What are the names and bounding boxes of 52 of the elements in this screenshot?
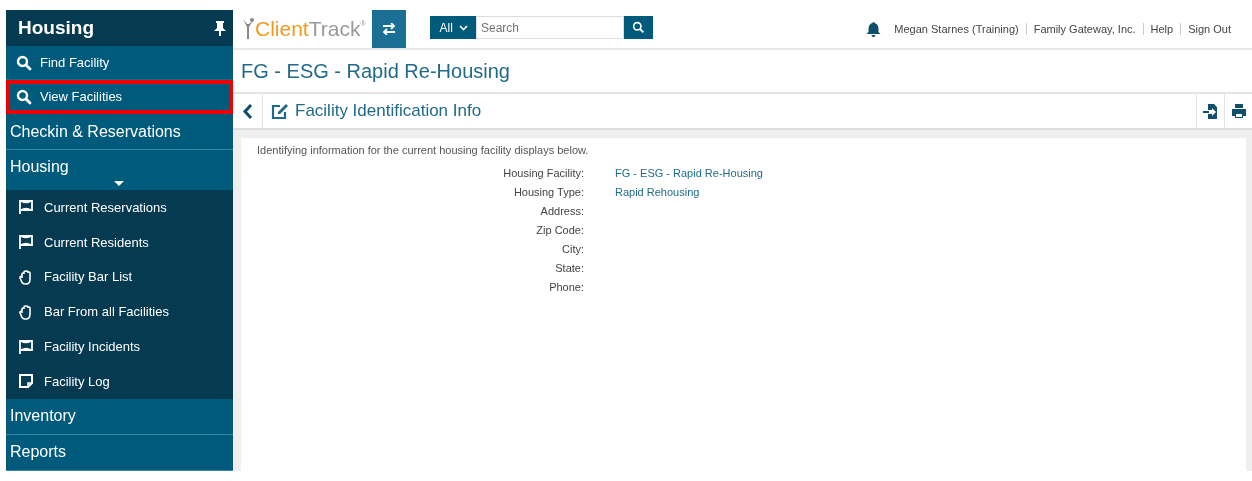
sidebar-section[interactable]: Checkin & Reservations xyxy=(6,114,233,150)
header-link[interactable]: Family Gateway, Inc. xyxy=(1025,23,1143,35)
switch-button[interactable] xyxy=(371,10,406,48)
search-icon xyxy=(16,54,32,71)
sidebar-item[interactable]: Current Reservations xyxy=(6,190,233,225)
chevron-left-icon xyxy=(242,102,253,120)
section-title: Facility Identification Info xyxy=(295,101,482,121)
import-icon[interactable] xyxy=(1203,102,1218,120)
sidebar-section[interactable]: Housing xyxy=(6,150,233,190)
header-link[interactable]: Sign Out xyxy=(1180,23,1238,35)
pin-icon[interactable] xyxy=(213,20,227,36)
field-value: FG - ESG - Rapid Re-Housing xyxy=(615,167,764,179)
logo-text: Track xyxy=(308,17,361,41)
sidebar-item[interactable]: Find Facility xyxy=(6,46,233,80)
sidebar-item[interactable]: Facility Bar List xyxy=(6,259,233,295)
swap-arrows-icon xyxy=(381,23,396,35)
search-icon xyxy=(631,21,645,34)
print-icon[interactable] xyxy=(1230,103,1247,119)
header-link[interactable]: Megan Starnes (Training) xyxy=(887,23,1026,35)
flag-icon xyxy=(18,234,34,251)
search-icon xyxy=(16,88,32,105)
flag-icon xyxy=(18,338,34,355)
hand-icon xyxy=(18,269,34,285)
sidebar-item[interactable]: Facility Incidents xyxy=(6,329,233,364)
description-text: Identifying information for the current housing facility displays below. xyxy=(257,144,590,156)
header-link[interactable]: Help xyxy=(1142,23,1181,35)
sidebar-item[interactable]: View Facilities xyxy=(6,80,233,114)
figure-logo-icon xyxy=(241,17,255,41)
sidebar-item[interactable]: Current Residents xyxy=(6,224,233,260)
field-label: Housing Type: xyxy=(512,186,584,198)
sidebar-item[interactable]: Facility Log xyxy=(6,364,233,399)
flag-icon xyxy=(18,199,34,216)
field-label: State: xyxy=(554,262,584,274)
sidebar-item[interactable]: Bar From all Facilities xyxy=(6,294,233,330)
bell-icon[interactable] xyxy=(866,21,882,37)
field-label: Housing Facility: xyxy=(502,167,584,179)
chevron-down-icon xyxy=(458,24,468,31)
logo-text: Client xyxy=(255,17,309,41)
sidebar-title: Housing xyxy=(18,17,94,39)
search-field[interactable]: Search xyxy=(475,16,624,39)
note-icon xyxy=(18,373,34,390)
search-button[interactable] xyxy=(623,16,653,39)
field-label: Zip Code: xyxy=(535,224,584,236)
page-title: FG - ESG - Rapid Re-Housing xyxy=(241,59,510,83)
scope-dropdown[interactable]: All xyxy=(429,16,476,39)
caret-icon xyxy=(114,181,124,186)
hand-icon xyxy=(18,303,34,320)
edit-icon xyxy=(271,102,289,120)
field-label: Phone: xyxy=(548,281,584,293)
field-label: Address: xyxy=(539,205,584,217)
field-value: Rapid Rehousing xyxy=(615,186,701,198)
field-label: City: xyxy=(561,243,584,255)
